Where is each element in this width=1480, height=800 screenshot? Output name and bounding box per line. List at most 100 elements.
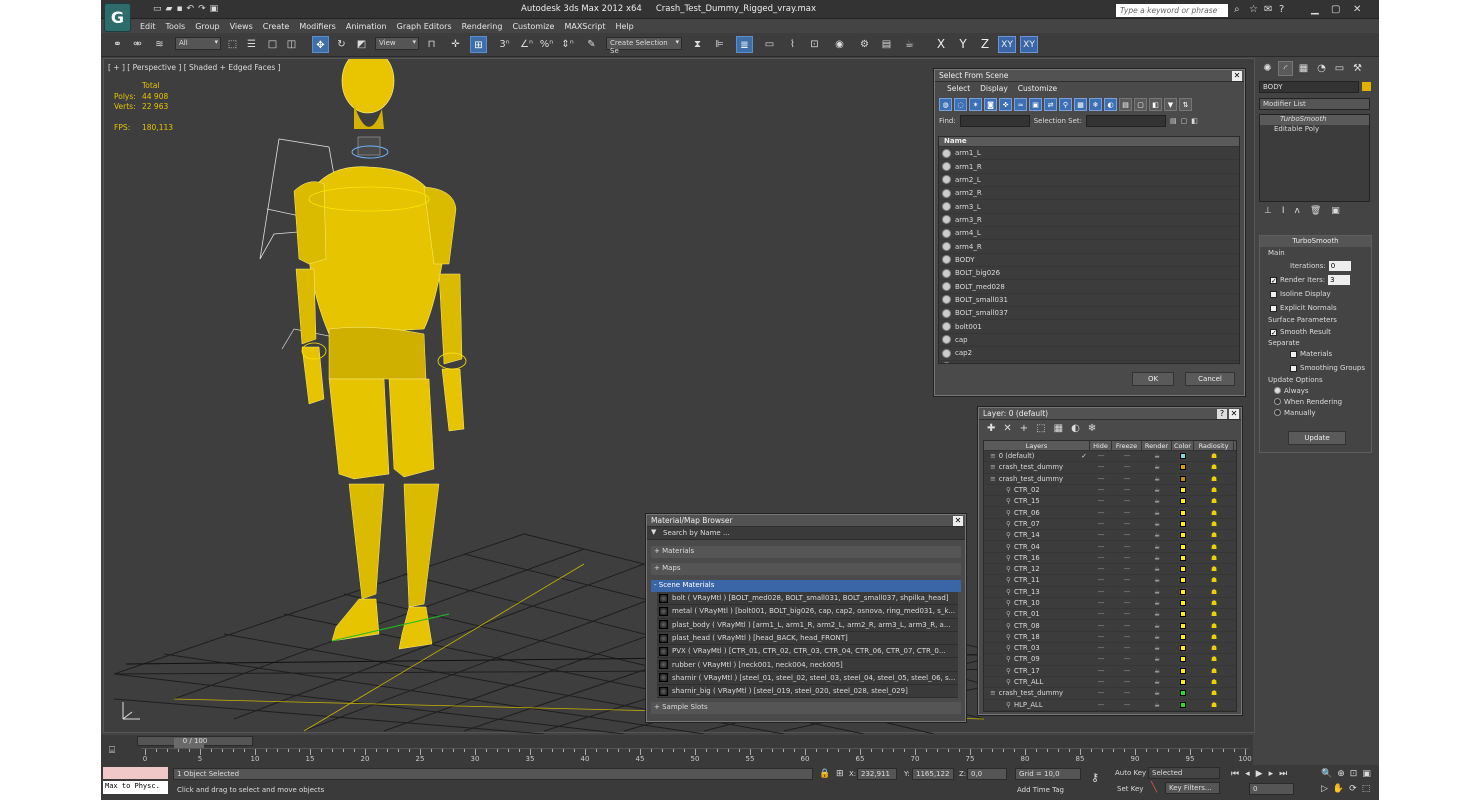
sample-slots-group[interactable]: + Sample Slots [651, 702, 961, 715]
menu-views[interactable]: Views [225, 20, 258, 33]
manipulate-icon[interactable]: ✛ [447, 36, 464, 53]
render-production-icon[interactable]: ☕ [901, 36, 918, 53]
redo-icon[interactable]: ↷ [198, 4, 206, 14]
ok-button[interactable]: OK [1132, 372, 1174, 386]
menu-help[interactable]: Help [611, 20, 639, 33]
layer-row[interactable]: ⚲ CTR_01— — ☕ ☗ [984, 609, 1236, 621]
manually-radio[interactable] [1274, 409, 1281, 416]
list-item[interactable]: cap2 [939, 347, 1239, 361]
stack-item-editable-poly[interactable]: Editable Poly [1260, 125, 1369, 135]
render-frame-icon[interactable]: ▤ [878, 36, 895, 53]
set-key-button[interactable]: Set Key [1117, 785, 1143, 793]
window-crossing-icon[interactable]: ◫ [283, 36, 300, 53]
list-item[interactable]: bolt001 [939, 320, 1239, 334]
modify-tab-icon[interactable]: ◜ [1278, 61, 1293, 76]
go-to-end-icon[interactable]: ⏭ [1279, 769, 1287, 779]
list-item[interactable]: arm4_R [939, 240, 1239, 254]
menu-group[interactable]: Group [190, 20, 224, 33]
layer-row[interactable]: ⚲ CTR_04— — ☕ ☗ [984, 541, 1236, 553]
radiosity-icon[interactable]: ☗ [1194, 689, 1234, 697]
hide-toggle[interactable]: — [1090, 531, 1112, 539]
minimize-icon[interactable]: ▁ [1311, 4, 1319, 15]
layer-row[interactable]: ⚲ CTR_08— — ☕ ☗ [984, 620, 1236, 632]
rollout-title[interactable]: TurboSmooth [1260, 236, 1371, 247]
layer-column-header[interactable]: Radiosity [1194, 441, 1234, 450]
stack-item-turbosmooth[interactable]: TurboSmooth [1260, 115, 1369, 125]
hide-toggle[interactable]: — [1090, 486, 1112, 494]
layer-row[interactable]: ⚲ CTR_02— — ☕ ☗ [984, 485, 1236, 497]
render-iters-spinner[interactable]: 3 [1328, 275, 1351, 285]
hide-toggle[interactable]: — [1090, 497, 1112, 505]
ribbon-icon[interactable]: ▭ [761, 36, 778, 53]
new-layer-icon[interactable]: ✚ [987, 423, 995, 434]
layer-color-swatch[interactable] [1172, 588, 1194, 595]
layer-color-swatch[interactable] [1172, 464, 1194, 471]
layer-color-swatch[interactable] [1172, 611, 1194, 618]
layer-row[interactable]: ⚲ CTR_11— — ☕ ☗ [984, 575, 1236, 587]
freeze-toggle[interactable]: — [1112, 689, 1142, 697]
select-object-icon[interactable]: ⬚ [224, 36, 241, 53]
group-filter-icon[interactable]: ▣ [1029, 98, 1042, 111]
when-rendering-radio[interactable] [1274, 398, 1281, 405]
freeze-toggle[interactable]: — [1112, 509, 1142, 517]
selection-lock-icon[interactable]: 🔒 [819, 769, 830, 779]
add-to-layer-icon[interactable]: + [1020, 423, 1028, 434]
fov-icon[interactable]: ▷ [1321, 784, 1328, 794]
hierarchy-tab-icon[interactable]: ▦ [1296, 61, 1311, 76]
material-item[interactable]: metal ( VRayMtl ) [bolt001, BOLT_big026,… [657, 605, 958, 619]
layer-row[interactable]: ≡ 0 (default) ✓ — — ☕ ☗ [984, 451, 1236, 463]
layer-row[interactable]: ⚲ CTR_14— — ☕ ☗ [984, 530, 1236, 542]
hide-toggle[interactable]: — [1090, 633, 1112, 641]
radiosity-icon[interactable]: ☗ [1194, 701, 1234, 709]
menu-create[interactable]: Create [258, 20, 295, 33]
layer-column-header[interactable]: Hide [1090, 441, 1112, 450]
hide-toggle[interactable]: — [1090, 565, 1112, 573]
layer-color-swatch[interactable] [1172, 498, 1194, 505]
radiosity-icon[interactable]: ☗ [1194, 576, 1234, 584]
menu-edit[interactable]: Edit [135, 20, 161, 33]
layer-row[interactable]: ⚲ HLP_ALL — — ☕ ☗ [984, 700, 1236, 711]
layer-color-swatch[interactable] [1172, 509, 1194, 516]
modifier-stack[interactable]: TurboSmooth Editable Poly [1259, 114, 1370, 202]
layer-color-swatch[interactable] [1172, 600, 1194, 606]
radiosity-icon[interactable]: ☗ [1194, 543, 1234, 551]
list-item[interactable]: arm4_L [939, 227, 1239, 241]
axis-y-button[interactable]: Y [954, 36, 972, 53]
search-by-name-input[interactable]: Search by Name ... [663, 529, 730, 537]
layer-row[interactable]: ⚲ CTR_13— — ☕ ☗ [984, 587, 1236, 598]
freeze-toggle[interactable]: — [1112, 497, 1142, 505]
layer-row[interactable]: ⚲ CTR_09— — ☕ ☗ [984, 654, 1236, 666]
radiosity-icon[interactable]: ☗ [1194, 599, 1234, 607]
layer-color-swatch[interactable] [1172, 645, 1194, 652]
layer-color-swatch[interactable] [1172, 475, 1194, 482]
configure-sets-icon[interactable]: ▣ [1331, 206, 1340, 216]
freeze-toggle[interactable]: — [1112, 463, 1142, 471]
reference-coord-system[interactable]: View [375, 37, 419, 50]
freeze-all-icon[interactable]: ❄ [1088, 423, 1096, 434]
selection-set-dropdown[interactable] [1086, 115, 1167, 127]
orbit-icon[interactable]: ⟳ [1349, 784, 1357, 794]
hide-toggle[interactable]: — [1090, 520, 1112, 528]
freeze-toggle[interactable]: — [1112, 520, 1142, 528]
material-item[interactable]: bolt ( VRayMtl ) [BOLT_med028, BOLT_smal… [657, 592, 958, 606]
freeze-toggle[interactable]: — [1112, 633, 1142, 641]
layer-column-header[interactable]: Color [1172, 441, 1194, 450]
layer-color-swatch[interactable] [1172, 453, 1194, 460]
layer-color-swatch[interactable] [1172, 554, 1194, 561]
list-item[interactable]: BOLT_small031 [939, 294, 1239, 308]
y-coord-field[interactable]: 1165,122 [912, 768, 954, 780]
z-coord-field[interactable]: 0,0 [967, 768, 1007, 780]
motion-tab-icon[interactable]: ◔ [1314, 61, 1329, 76]
freeze-toggle[interactable]: — [1112, 588, 1142, 596]
list-item[interactable]: BOLT_med028 [939, 280, 1239, 294]
radiosity-icon[interactable]: ☗ [1194, 463, 1234, 471]
select-none-icon[interactable]: ▢ [1181, 117, 1188, 125]
list-item[interactable]: CTR_01 [939, 361, 1239, 363]
pin-stack-icon[interactable]: ⊥ [1264, 206, 1272, 216]
bone-filter-icon[interactable]: ⚲ [1059, 98, 1072, 111]
render-toggle-icon[interactable]: ☕ [1142, 655, 1172, 663]
delete-layer-icon[interactable]: ✕ [1003, 423, 1011, 434]
render-toggle-icon[interactable]: ☕ [1142, 452, 1172, 460]
material-item[interactable]: plast_body ( VRayMtl ) [arm1_L, arm1_R, … [657, 619, 958, 632]
open-icon[interactable]: ▰ [166, 4, 173, 14]
